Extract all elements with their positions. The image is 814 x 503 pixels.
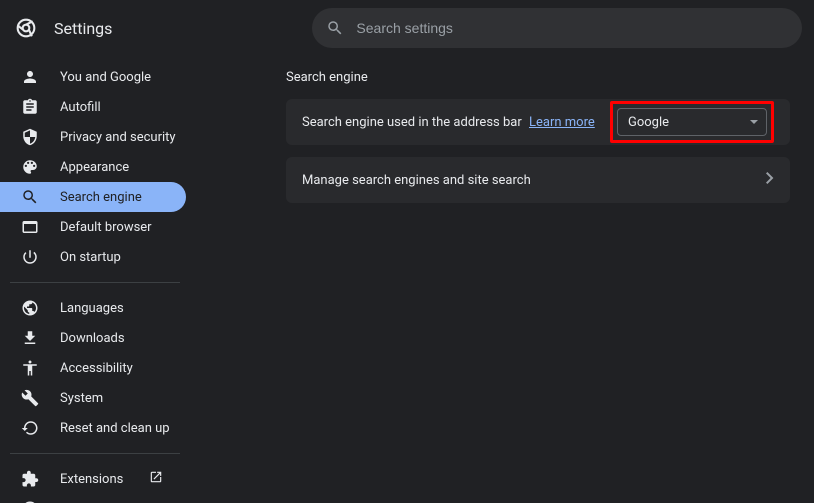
sidebar-item-you-and-google[interactable]: You and Google xyxy=(0,62,186,92)
accessibility-icon xyxy=(20,359,40,377)
search-icon xyxy=(20,188,40,206)
sidebar-item-search-engine[interactable]: Search engine xyxy=(0,182,186,212)
download-icon xyxy=(20,329,40,347)
highlight-annotation: Google xyxy=(610,101,774,143)
sidebar-item-label: Languages xyxy=(60,301,124,316)
content: Search engine Search engine used in the … xyxy=(238,56,814,503)
sidebar-item-accessibility[interactable]: Accessibility xyxy=(0,353,186,383)
sidebar-item-appearance[interactable]: Appearance xyxy=(0,152,186,182)
sidebar-item-label: On startup xyxy=(60,250,121,265)
sidebar-item-label: You and Google xyxy=(60,70,151,85)
palette-icon xyxy=(20,158,40,176)
section-title: Search engine xyxy=(286,70,790,85)
search-box[interactable] xyxy=(312,8,802,48)
sidebar-item-languages[interactable]: Languages xyxy=(0,293,186,323)
search-input[interactable] xyxy=(356,20,788,36)
sidebar-item-about-chrome[interactable]: About Chrome xyxy=(0,494,186,503)
sidebar-item-label: Default browser xyxy=(60,220,152,235)
chevron-down-icon xyxy=(750,120,758,124)
sidebar-item-label: Reset and clean up xyxy=(60,421,170,436)
sidebar-item-default-browser[interactable]: Default browser xyxy=(0,212,186,242)
sidebar-item-label: Autofill xyxy=(60,100,101,115)
sidebar-item-downloads[interactable]: Downloads xyxy=(0,323,186,353)
sidebar-item-system[interactable]: System xyxy=(0,383,186,413)
chevron-right-icon xyxy=(766,172,774,188)
manage-search-engines-row[interactable]: Manage search engines and site search xyxy=(286,157,790,203)
search-icon xyxy=(326,19,344,37)
wrench-icon xyxy=(20,389,40,407)
divider xyxy=(10,282,180,283)
learn-more-link[interactable]: Learn more xyxy=(529,115,595,130)
sidebar-item-label: Search engine xyxy=(60,190,142,205)
external-link-icon xyxy=(149,470,163,488)
sidebar: You and Google Autofill Privacy and secu… xyxy=(0,56,238,503)
restore-icon xyxy=(20,419,40,437)
header: Settings xyxy=(0,0,814,56)
sidebar-item-privacy[interactable]: Privacy and security xyxy=(0,122,186,152)
select-value: Google xyxy=(628,115,669,130)
divider xyxy=(10,453,180,454)
sidebar-item-label: System xyxy=(60,391,103,406)
chrome-logo-icon xyxy=(16,16,36,40)
search-engine-row: Search engine used in the address bar Le… xyxy=(286,99,790,145)
row-text: Search engine used in the address bar Le… xyxy=(302,115,610,130)
search-engine-select[interactable]: Google xyxy=(617,108,767,136)
browser-icon xyxy=(20,218,40,236)
shield-icon xyxy=(20,128,40,146)
sidebar-item-autofill[interactable]: Autofill xyxy=(0,92,186,122)
sidebar-item-label: Extensions xyxy=(60,472,123,487)
power-icon xyxy=(20,248,40,266)
sidebar-item-on-startup[interactable]: On startup xyxy=(0,242,186,272)
sidebar-item-label: Downloads xyxy=(60,331,125,346)
sidebar-item-extensions[interactable]: Extensions xyxy=(0,464,186,494)
page-title: Settings xyxy=(54,19,112,38)
row-text: Manage search engines and site search xyxy=(302,173,754,188)
sidebar-item-label: Privacy and security xyxy=(60,130,176,145)
sidebar-item-label: Appearance xyxy=(60,160,129,175)
globe-icon xyxy=(20,299,40,317)
sidebar-item-reset[interactable]: Reset and clean up xyxy=(0,413,186,443)
extension-icon xyxy=(20,470,40,488)
sidebar-item-label: Accessibility xyxy=(60,361,133,376)
autofill-icon xyxy=(20,98,40,116)
person-icon xyxy=(20,68,40,86)
